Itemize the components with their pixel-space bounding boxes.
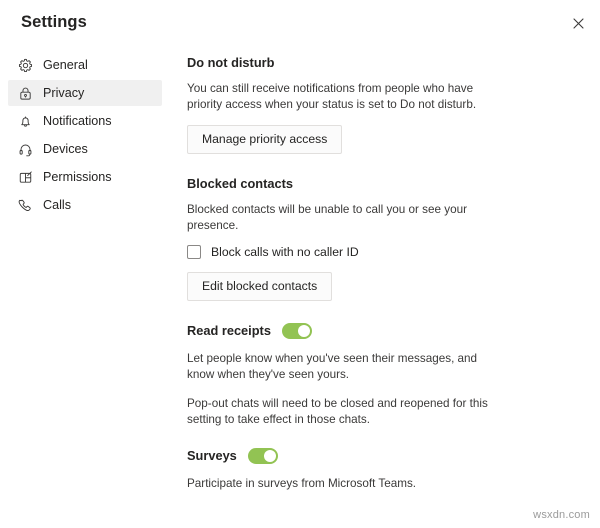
surveys-toggle[interactable] bbox=[247, 448, 278, 464]
lock-icon bbox=[16, 84, 34, 102]
close-icon bbox=[572, 17, 584, 29]
bell-icon bbox=[16, 112, 34, 130]
settings-content: Do not disturb You can still receive not… bbox=[187, 55, 507, 492]
manage-priority-access-button[interactable]: Manage priority access bbox=[187, 125, 343, 154]
read-receipts-row: Read receipts bbox=[187, 323, 507, 339]
surveys-description: Participate in surveys from Microsoft Te… bbox=[187, 477, 417, 490]
do-not-disturb-heading: Do not disturb bbox=[187, 55, 275, 70]
headset-icon bbox=[16, 140, 34, 158]
sidebar-item-label: Permissions bbox=[43, 169, 112, 184]
surveys-row: Surveys bbox=[187, 448, 507, 464]
page-title: Settings bbox=[21, 13, 87, 31]
blocked-contacts-heading: Blocked contacts bbox=[187, 176, 293, 191]
sidebar-item-label: Calls bbox=[43, 197, 71, 212]
do-not-disturb-description: You can still receive notifications from… bbox=[187, 82, 477, 111]
block-calls-no-caller-id-label: Block calls with no caller ID bbox=[211, 244, 359, 259]
sidebar-item-devices[interactable]: Devices bbox=[8, 136, 162, 162]
blocked-contacts-description: Blocked contacts will be unable to call … bbox=[187, 203, 468, 232]
phone-icon bbox=[16, 196, 34, 214]
sidebar-item-label: General bbox=[43, 57, 88, 72]
read-receipts-label: Read receipts bbox=[187, 322, 271, 338]
block-calls-no-caller-id-checkbox[interactable] bbox=[187, 245, 201, 259]
sidebar-item-general[interactable]: General bbox=[8, 52, 162, 78]
block-calls-no-caller-id-row[interactable]: Block calls with no caller ID bbox=[187, 245, 507, 259]
toggle-knob bbox=[263, 450, 276, 462]
surveys-label: Surveys bbox=[187, 447, 237, 463]
watermark: wsxdn.com bbox=[533, 509, 590, 521]
section-surveys: Surveys Participate in surveys from Micr… bbox=[187, 448, 507, 492]
close-button[interactable] bbox=[566, 11, 590, 35]
sidebar-item-label: Devices bbox=[43, 141, 88, 156]
app-grid-icon bbox=[16, 168, 34, 186]
sidebar-item-privacy[interactable]: Privacy bbox=[8, 80, 162, 106]
sidebar-item-notifications[interactable]: Notifications bbox=[8, 108, 162, 134]
sidebar-item-label: Privacy bbox=[43, 85, 85, 100]
section-blocked-contacts: Blocked contacts Blocked contacts will b… bbox=[187, 176, 507, 301]
gear-icon bbox=[16, 56, 34, 74]
edit-blocked-contacts-button[interactable]: Edit blocked contacts bbox=[187, 272, 333, 301]
toggle-knob bbox=[297, 325, 310, 337]
read-receipts-toggle[interactable] bbox=[281, 323, 312, 339]
section-do-not-disturb: Do not disturb You can still receive not… bbox=[187, 55, 507, 154]
sidebar-item-label: Notifications bbox=[43, 113, 112, 128]
settings-sidebar: General Privacy Notifications Devices Pe… bbox=[0, 52, 170, 220]
read-receipts-description-1: Let people know when you've seen their m… bbox=[187, 352, 478, 381]
section-read-receipts: Read receipts Let people know when you'v… bbox=[187, 323, 507, 427]
window-header: Settings bbox=[0, 0, 600, 44]
read-receipts-description-2: Pop-out chats will need to be closed and… bbox=[187, 397, 488, 426]
sidebar-item-permissions[interactable]: Permissions bbox=[8, 164, 162, 190]
sidebar-item-calls[interactable]: Calls bbox=[8, 192, 162, 218]
